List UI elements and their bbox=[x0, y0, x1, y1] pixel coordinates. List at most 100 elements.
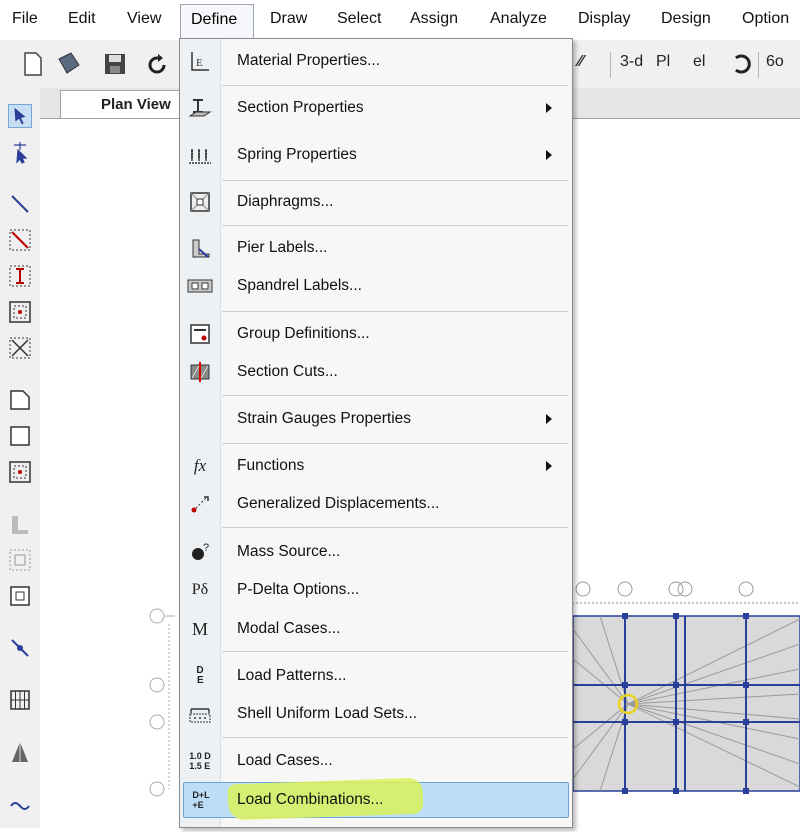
menu-item-label: Strain Gauges Properties bbox=[237, 410, 412, 427]
menu-display[interactable]: Display bbox=[578, 10, 630, 28]
menu-separator bbox=[222, 737, 568, 738]
left-toolbar bbox=[0, 88, 41, 828]
view-options-button[interactable]: 6o bbox=[766, 53, 784, 71]
save-icon[interactable] bbox=[102, 51, 128, 77]
toolbar-separator bbox=[758, 52, 759, 78]
menu-draw[interactable]: Draw bbox=[270, 10, 307, 28]
menu-item-pier-labels[interactable]: Pier Labels... bbox=[180, 231, 572, 265]
elevation-view-button[interactable]: el bbox=[693, 53, 705, 71]
define-menu: E Material Properties... Section Propert… bbox=[179, 38, 573, 828]
menu-separator bbox=[222, 651, 568, 652]
pier-labels-icon bbox=[187, 236, 213, 260]
menu-define[interactable]: Define bbox=[180, 4, 254, 40]
submenu-arrow-icon bbox=[546, 414, 552, 424]
menu-item-functions[interactable]: fx Functions bbox=[180, 449, 572, 483]
draw-rectangle-icon[interactable] bbox=[8, 424, 32, 448]
menu-analyze[interactable]: Analyze bbox=[490, 10, 547, 28]
menu-item-diaphragms[interactable]: Diaphragms... bbox=[180, 185, 572, 219]
draw-line-icon[interactable] bbox=[8, 192, 32, 216]
menu-separator bbox=[222, 225, 568, 226]
menu-item-section-properties[interactable]: Section Properties bbox=[180, 91, 572, 125]
menu-design[interactable]: Design bbox=[661, 10, 711, 28]
pointer-icon[interactable] bbox=[8, 104, 32, 128]
menu-separator bbox=[222, 395, 568, 396]
spring-properties-icon bbox=[187, 143, 213, 167]
snap-icon[interactable]: ⁄⁄ bbox=[578, 53, 583, 71]
menu-item-modal-cases[interactable]: M Modal Cases... bbox=[180, 612, 572, 646]
open-file-icon[interactable] bbox=[56, 51, 82, 77]
menu-item-label: Spring Properties bbox=[237, 146, 357, 163]
draw-beam-icon[interactable] bbox=[8, 300, 32, 324]
menu-item-label: Load Cases... bbox=[237, 752, 333, 769]
functions-icon: fx bbox=[193, 456, 207, 475]
menu-item-group-definitions[interactable]: Group Definitions... bbox=[180, 317, 572, 351]
menu-item-label: Functions bbox=[237, 457, 305, 474]
draw-cross-icon[interactable] bbox=[8, 336, 32, 360]
menu-item-material-properties[interactable]: E Material Properties... bbox=[180, 44, 572, 78]
toolbar-separator bbox=[610, 52, 611, 78]
menu-separator bbox=[222, 311, 568, 312]
menu-item-load-cases[interactable]: 1.0 D 1.5 E Load Cases... bbox=[180, 744, 572, 778]
menu-edit[interactable]: Edit bbox=[68, 10, 96, 28]
menu-separator bbox=[222, 443, 568, 444]
menubar: File Edit View Define Draw Select Assign… bbox=[0, 0, 800, 40]
tab-plan-view[interactable]: Plan View bbox=[60, 90, 190, 118]
draw-wall-icon[interactable] bbox=[8, 512, 32, 536]
draw-wall-opening-icon[interactable] bbox=[8, 548, 32, 572]
menu-define-label: Define bbox=[191, 11, 238, 28]
menu-item-label: Generalized Displacements... bbox=[237, 495, 440, 512]
menu-item-label: Section Properties bbox=[237, 99, 364, 116]
menu-item-load-combinations[interactable]: D+L +E Load Combinations... bbox=[183, 777, 569, 821]
svg-text:?: ? bbox=[203, 542, 209, 554]
section-cuts-icon bbox=[187, 360, 213, 384]
menu-item-label: P-Delta Options... bbox=[237, 581, 360, 598]
undo-icon[interactable] bbox=[144, 51, 170, 77]
draw-curve-icon[interactable] bbox=[8, 792, 32, 816]
menu-item-spandrel-labels[interactable]: Spandrel Labels... bbox=[180, 269, 572, 303]
menu-item-mass-source[interactable]: ? Mass Source... bbox=[180, 535, 572, 569]
draw-tendon-icon[interactable] bbox=[8, 740, 32, 764]
menu-separator bbox=[222, 85, 568, 86]
menu-item-load-patterns[interactable]: D E Load Patterns... bbox=[180, 659, 572, 693]
draw-link-icon[interactable] bbox=[8, 636, 32, 660]
menu-select[interactable]: Select bbox=[337, 10, 381, 28]
menu-item-label: Load Patterns... bbox=[237, 667, 347, 684]
menu-item-label: Load Combinations... bbox=[237, 791, 384, 808]
draw-grid-icon[interactable] bbox=[8, 688, 32, 712]
menu-view[interactable]: View bbox=[127, 10, 161, 28]
menu-item-label: Group Definitions... bbox=[237, 325, 370, 342]
menu-item-label: Modal Cases... bbox=[237, 620, 341, 637]
spandrel-labels-icon bbox=[187, 274, 213, 298]
new-file-icon[interactable] bbox=[22, 51, 44, 77]
rotate-icon[interactable] bbox=[730, 52, 752, 76]
load-cases-icon: 1.0 D 1.5 E bbox=[189, 751, 211, 771]
menu-item-section-cuts[interactable]: Section Cuts... bbox=[180, 355, 572, 389]
menu-item-label: Spandrel Labels... bbox=[237, 277, 362, 294]
view-3d-button[interactable]: 3-d bbox=[620, 53, 643, 71]
quick-draw-area-icon[interactable] bbox=[8, 460, 32, 484]
reshape-pointer-icon[interactable] bbox=[8, 140, 32, 164]
menu-file[interactable]: File bbox=[12, 10, 38, 28]
submenu-arrow-icon bbox=[546, 150, 552, 160]
menu-item-generalized-displacements[interactable]: Generalized Displacements... bbox=[180, 487, 572, 521]
menu-separator bbox=[222, 527, 568, 528]
draw-column-icon[interactable] bbox=[8, 264, 32, 288]
menu-item-label: Mass Source... bbox=[237, 543, 341, 560]
menu-item-p-delta-options[interactable]: Pδ P-Delta Options... bbox=[180, 573, 572, 607]
draw-opening-icon[interactable] bbox=[8, 584, 32, 608]
menu-item-strain-gauges[interactable]: Strain Gauges Properties bbox=[180, 402, 572, 436]
menu-assign[interactable]: Assign bbox=[410, 10, 458, 28]
draw-brace-icon[interactable] bbox=[8, 228, 32, 252]
svg-text:E: E bbox=[196, 57, 203, 69]
plan-view-button[interactable]: Pl bbox=[656, 53, 670, 71]
menu-item-label: Section Cuts... bbox=[237, 363, 338, 380]
menu-options[interactable]: Option bbox=[742, 10, 789, 28]
diaphragm-icon bbox=[187, 190, 213, 214]
generalized-displacements-icon bbox=[187, 492, 213, 516]
mass-source-icon: ? bbox=[187, 540, 213, 564]
menu-item-shell-uniform-load-sets[interactable]: Shell Uniform Load Sets... bbox=[180, 697, 572, 731]
load-combinations-icon: D+L +E bbox=[192, 790, 210, 810]
menu-item-spring-properties[interactable]: Spring Properties bbox=[180, 138, 572, 172]
menu-item-label: Pier Labels... bbox=[237, 239, 328, 256]
draw-floor-icon[interactable] bbox=[8, 388, 32, 412]
